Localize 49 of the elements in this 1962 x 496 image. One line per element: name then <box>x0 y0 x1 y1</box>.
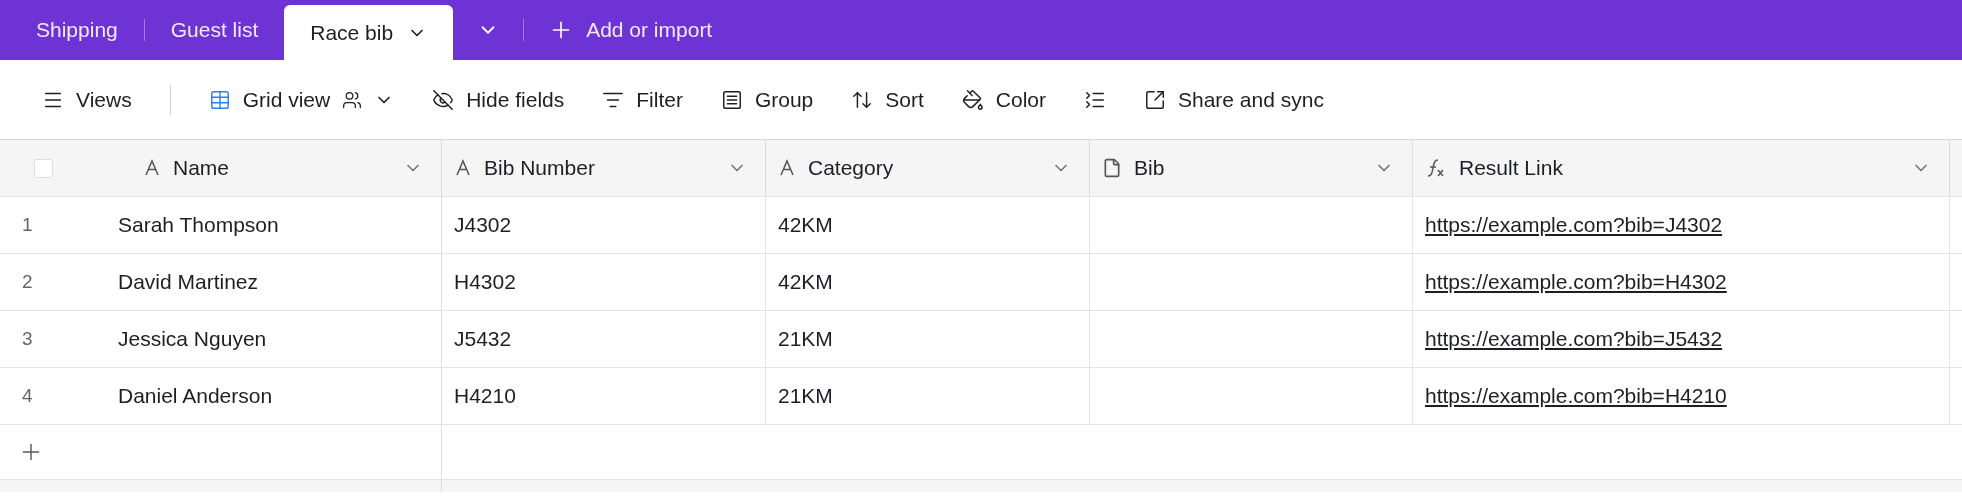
add-or-import-button[interactable]: Add or import <box>524 0 737 60</box>
views-button[interactable]: Views <box>28 77 146 122</box>
file-icon <box>1102 158 1122 178</box>
sort-button[interactable]: Sort <box>837 77 938 122</box>
people-icon <box>342 89 363 110</box>
result-link[interactable]: https://example.com?bib=J4302 <box>1425 213 1723 237</box>
table-cell: Sarah Thompson <box>118 213 279 237</box>
result-link[interactable]: https://example.com?bib=H4302 <box>1425 270 1727 294</box>
filter-button[interactable]: Filter <box>588 77 697 122</box>
tab[interactable]: Race bib <box>284 5 454 60</box>
tab[interactable]: Shipping <box>10 0 144 60</box>
table-cell: Jessica Nguyen <box>118 327 267 351</box>
group-button[interactable]: Group <box>706 77 828 122</box>
row-number: 3 <box>21 328 34 350</box>
text-field-icon <box>143 159 161 177</box>
text-field-icon <box>778 159 796 177</box>
formula-icon <box>1425 157 1447 179</box>
table-cell: H4302 <box>454 270 516 294</box>
column-header[interactable]: Bib <box>1090 140 1413 196</box>
eye-off-icon <box>432 88 455 111</box>
result-link[interactable]: https://example.com?bib=J5432 <box>1425 327 1723 351</box>
table-cell: 21KM <box>778 327 833 351</box>
table-cell: J4302 <box>454 213 512 237</box>
group-icon <box>720 88 743 111</box>
column-header[interactable]: Name <box>0 140 442 196</box>
row-number: 4 <box>21 385 34 407</box>
table-cell: 42KM <box>778 213 833 237</box>
share-button[interactable]: Share and sync <box>1130 77 1338 122</box>
tab[interactable]: Guest list <box>144 0 285 60</box>
text-field-icon <box>454 159 472 177</box>
table-cell: H4210 <box>454 384 516 408</box>
table-cell: Daniel Anderson <box>118 384 273 408</box>
column-header[interactable]: Category <box>766 140 1090 196</box>
grid-icon <box>208 88 231 111</box>
column-header[interactable]: Result Link <box>1413 140 1950 196</box>
grid-view-button[interactable]: Grid view <box>194 77 409 122</box>
hide-fields-button[interactable]: Hide fields <box>418 77 579 122</box>
table-cell: 21KM <box>778 384 833 408</box>
color-button[interactable]: Color <box>947 77 1060 122</box>
table-cell: David Martinez <box>118 270 259 294</box>
table-cell: J5432 <box>454 327 512 351</box>
paint-bucket-icon <box>961 88 984 111</box>
result-link[interactable]: https://example.com?bib=H4210 <box>1425 384 1727 408</box>
row-number: 1 <box>21 214 34 236</box>
share-icon <box>1144 88 1166 111</box>
row-number: 2 <box>21 271 34 293</box>
column-header[interactable]: Bib Number <box>442 140 766 196</box>
table-cell: 42KM <box>778 270 833 294</box>
select-all-checkbox[interactable] <box>34 158 53 178</box>
